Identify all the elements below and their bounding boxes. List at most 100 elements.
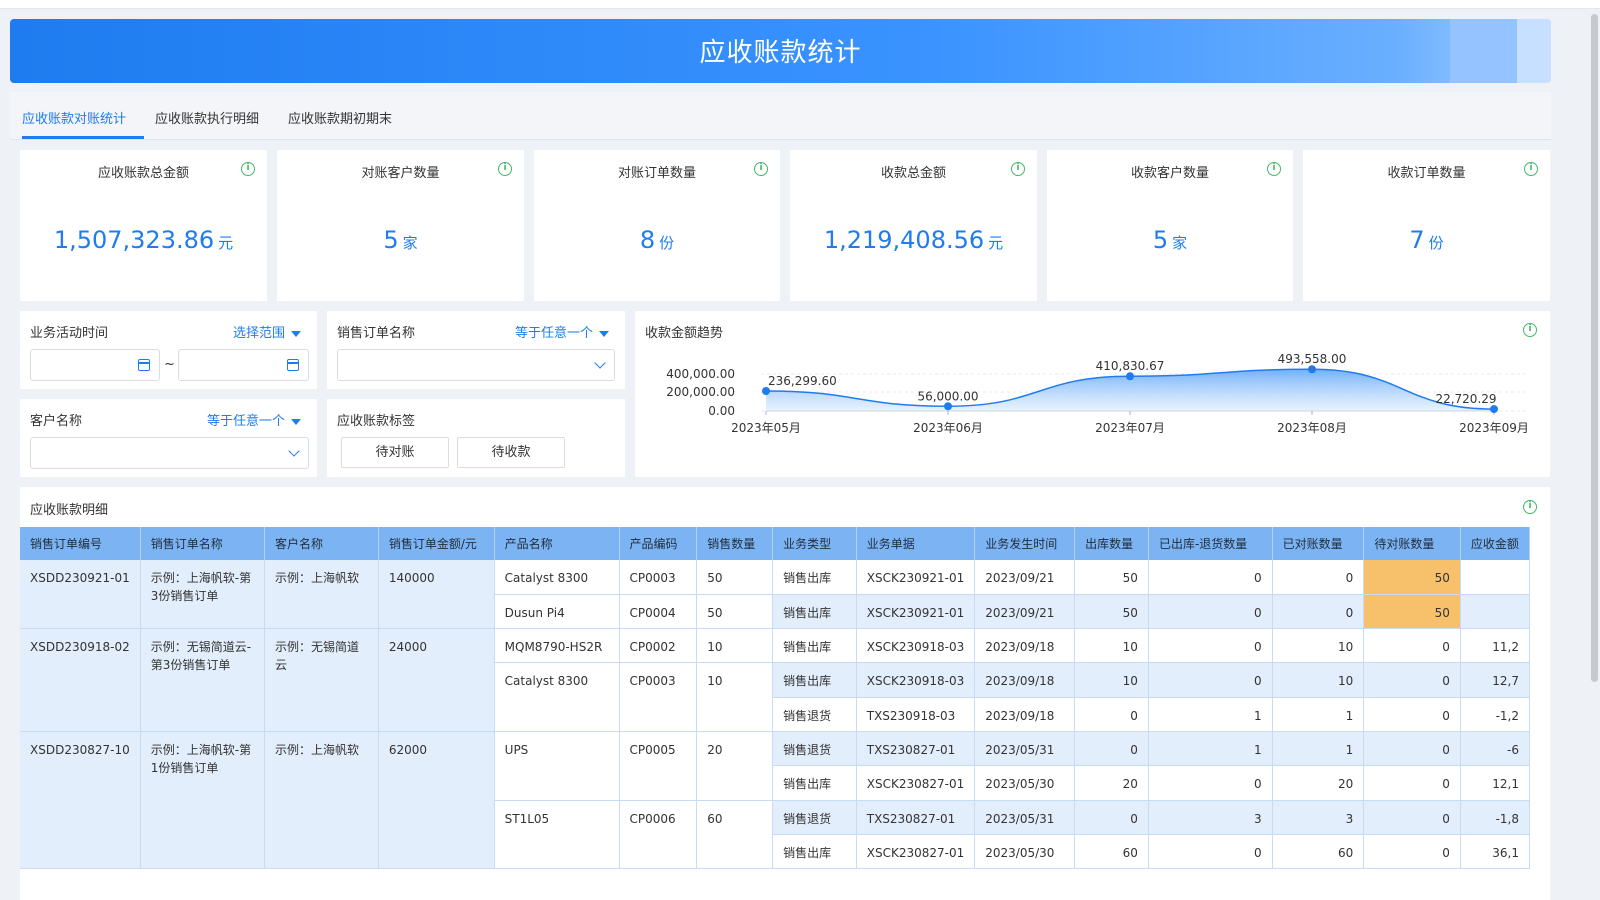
table-cell: 20 (1074, 765, 1149, 801)
table-cell: 示例：上海帆软-第3份销售订单 (140, 560, 265, 630)
kpi-label: 收款客户数量 (1130, 166, 1209, 181)
kpi-card-collection-orders: 收款订单数量 i 7份 (1303, 150, 1550, 301)
tab-execution-detail[interactable]: 应收账款执行明细 (155, 108, 259, 127)
end-date-input[interactable] (178, 349, 309, 381)
table-cell: 2023/05/31 (974, 731, 1076, 767)
table-cell: CP0003 (619, 662, 698, 732)
kpi-value: 5家 (383, 226, 418, 254)
table-cell: CP0002 (619, 628, 698, 664)
table-cell: 0 (1272, 560, 1365, 595)
table-cell: 50 (696, 560, 774, 595)
info-icon[interactable]: i (498, 162, 512, 176)
table-cell: 示例：上海帆软 (264, 731, 379, 870)
table-cell: 示例：上海帆软 (264, 560, 379, 630)
table-row[interactable]: XSDD230921-01 示例：上海帆软-第3份销售订单 示例：上海帆软 14000… (20, 560, 1530, 630)
active-tab-indicator (22, 136, 144, 139)
y-tick-label: 400,000.00 (666, 367, 735, 381)
info-icon[interactable]: i (241, 162, 255, 176)
table-row[interactable]: XSDD230918-02 示例：无锡简道云-第3份销售订单 示例：无锡简道云 240… (20, 628, 1530, 732)
column-header[interactable]: 销售订单编号 (20, 527, 141, 560)
table-cell: XSCK230918-03 (856, 628, 976, 664)
tag-button-pending-reconcile[interactable]: 待对账 (341, 437, 449, 468)
column-header[interactable]: 业务单据 (856, 527, 976, 560)
data-label: 493,558.00 (1278, 352, 1347, 366)
table-cell: 0 (1074, 800, 1149, 835)
table-cell: 2023/05/30 (974, 765, 1076, 801)
range-select-link[interactable]: 选择范围 (233, 322, 301, 341)
info-icon[interactable]: i (1523, 500, 1537, 514)
info-icon[interactable]: i (1011, 162, 1025, 176)
kpi-card-reconciled-orders: 对账订单数量 i 8份 (534, 150, 780, 301)
column-header[interactable]: 业务发生时间 (974, 527, 1076, 560)
info-icon[interactable]: i (754, 162, 768, 176)
table-cell: 10 (1272, 662, 1365, 698)
column-header[interactable]: 出库数量 (1074, 527, 1149, 560)
match-mode-link[interactable]: 等于任意一个 (207, 410, 301, 429)
table-cell: 销售出库 (772, 594, 857, 630)
table-cell: 50 (1363, 594, 1461, 630)
start-date-input[interactable] (30, 349, 160, 381)
detail-table: 销售订单编号 销售订单名称 客户名称 销售订单金额/元 产品名称 产品编码 销售数量 业务类型… (20, 527, 1530, 870)
table-cell: 140000 (378, 560, 495, 630)
table-cell: 0 (1074, 731, 1149, 767)
kpi-label: 收款订单数量 (1387, 166, 1466, 181)
kpi-label: 应收账款总金额 (97, 166, 189, 181)
kpi-card-collection-customers: 收款客户数量 i 5家 (1047, 150, 1293, 301)
kpi-label: 对账客户数量 (361, 166, 440, 181)
data-label: 22,720.29 (1435, 392, 1496, 406)
table-cell: ST1L05 (494, 800, 620, 870)
table-cell: XSCK230921-01 (856, 594, 976, 630)
info-icon[interactable]: i (1524, 162, 1538, 176)
detail-table-wrapper[interactable]: 销售订单编号 销售订单名称 客户名称 销售订单金额/元 产品名称 产品编码 销售数量 业务类型… (20, 527, 1530, 900)
caret-down-icon (291, 418, 301, 425)
tab-opening-closing[interactable]: 应收账款期初期末 (288, 108, 392, 127)
column-header[interactable]: 客户名称 (264, 527, 379, 560)
table-row[interactable]: XSDD230827-10 示例：上海帆软-第1份销售订单 示例：上海帆软 62000… (20, 731, 1530, 870)
table-cell: 60 (1074, 834, 1149, 870)
table-cell: -6 (1460, 731, 1530, 767)
column-header[interactable]: 销售数量 (696, 527, 774, 560)
tag-button-pending-collection[interactable]: 待收款 (457, 437, 565, 468)
column-header[interactable]: 待对账数量 (1363, 527, 1461, 560)
column-header[interactable]: 已对账数量 (1272, 527, 1365, 560)
table-cell: 0 (1363, 628, 1461, 664)
x-tick-label: 2023年09月 (1459, 421, 1529, 435)
kpi-value: 7份 (1409, 226, 1444, 254)
table-cell (1460, 560, 1530, 595)
table-cell: XSDD230827-10 (20, 731, 141, 870)
order-name-select[interactable] (337, 349, 615, 381)
filter-label: 销售订单名称 (337, 326, 416, 341)
kpi-card-collection-total: 收款总金额 i 1,219,408.56 元 (790, 150, 1037, 301)
x-tick-label: 2023年08月 (1277, 421, 1347, 435)
column-header[interactable]: 产品名称 (494, 527, 620, 560)
column-header[interactable]: 应收金额 (1460, 527, 1530, 560)
table-cell: 0 (1363, 800, 1461, 835)
filter-tags: 应收账款标签 待对账 待收款 (327, 399, 625, 477)
y-tick-label: 200,000.00 (666, 385, 735, 399)
table-cell: XSDD230921-01 (20, 560, 141, 630)
table-cell: XSDD230918-02 (20, 628, 141, 732)
column-header[interactable]: 已出库-退货数量 (1148, 527, 1273, 560)
column-header[interactable]: 销售订单金额/元 (378, 527, 495, 560)
table-cell: TXS230827-01 (856, 731, 976, 767)
column-header[interactable]: 产品编码 (619, 527, 698, 560)
table-cell: Catalyst 8300 (494, 560, 620, 595)
customer-select[interactable] (30, 437, 309, 469)
tab-reconciliation-stats[interactable]: 应收账款对账统计 (22, 108, 126, 127)
table-cell: 1 (1148, 697, 1273, 732)
table-cell: CP0005 (619, 731, 698, 801)
column-header[interactable]: 业务类型 (772, 527, 857, 560)
table-cell: 3 (1272, 800, 1365, 835)
info-icon[interactable]: i (1267, 162, 1281, 176)
column-header[interactable]: 销售订单名称 (140, 527, 265, 560)
kpi-value: 1,219,408.56 元 (823, 226, 1004, 254)
chevron-down-icon (594, 357, 606, 369)
table-cell: 0 (1272, 594, 1365, 630)
page-scrollbar[interactable] (1591, 14, 1598, 682)
table-cell: 10 (1074, 662, 1149, 698)
table-cell: 销售出库 (772, 662, 857, 698)
kpi-value: 8份 (639, 226, 675, 254)
table-cell: 50 (1074, 560, 1149, 595)
caret-down-icon (599, 330, 609, 337)
match-mode-link[interactable]: 等于任意一个 (515, 322, 609, 341)
